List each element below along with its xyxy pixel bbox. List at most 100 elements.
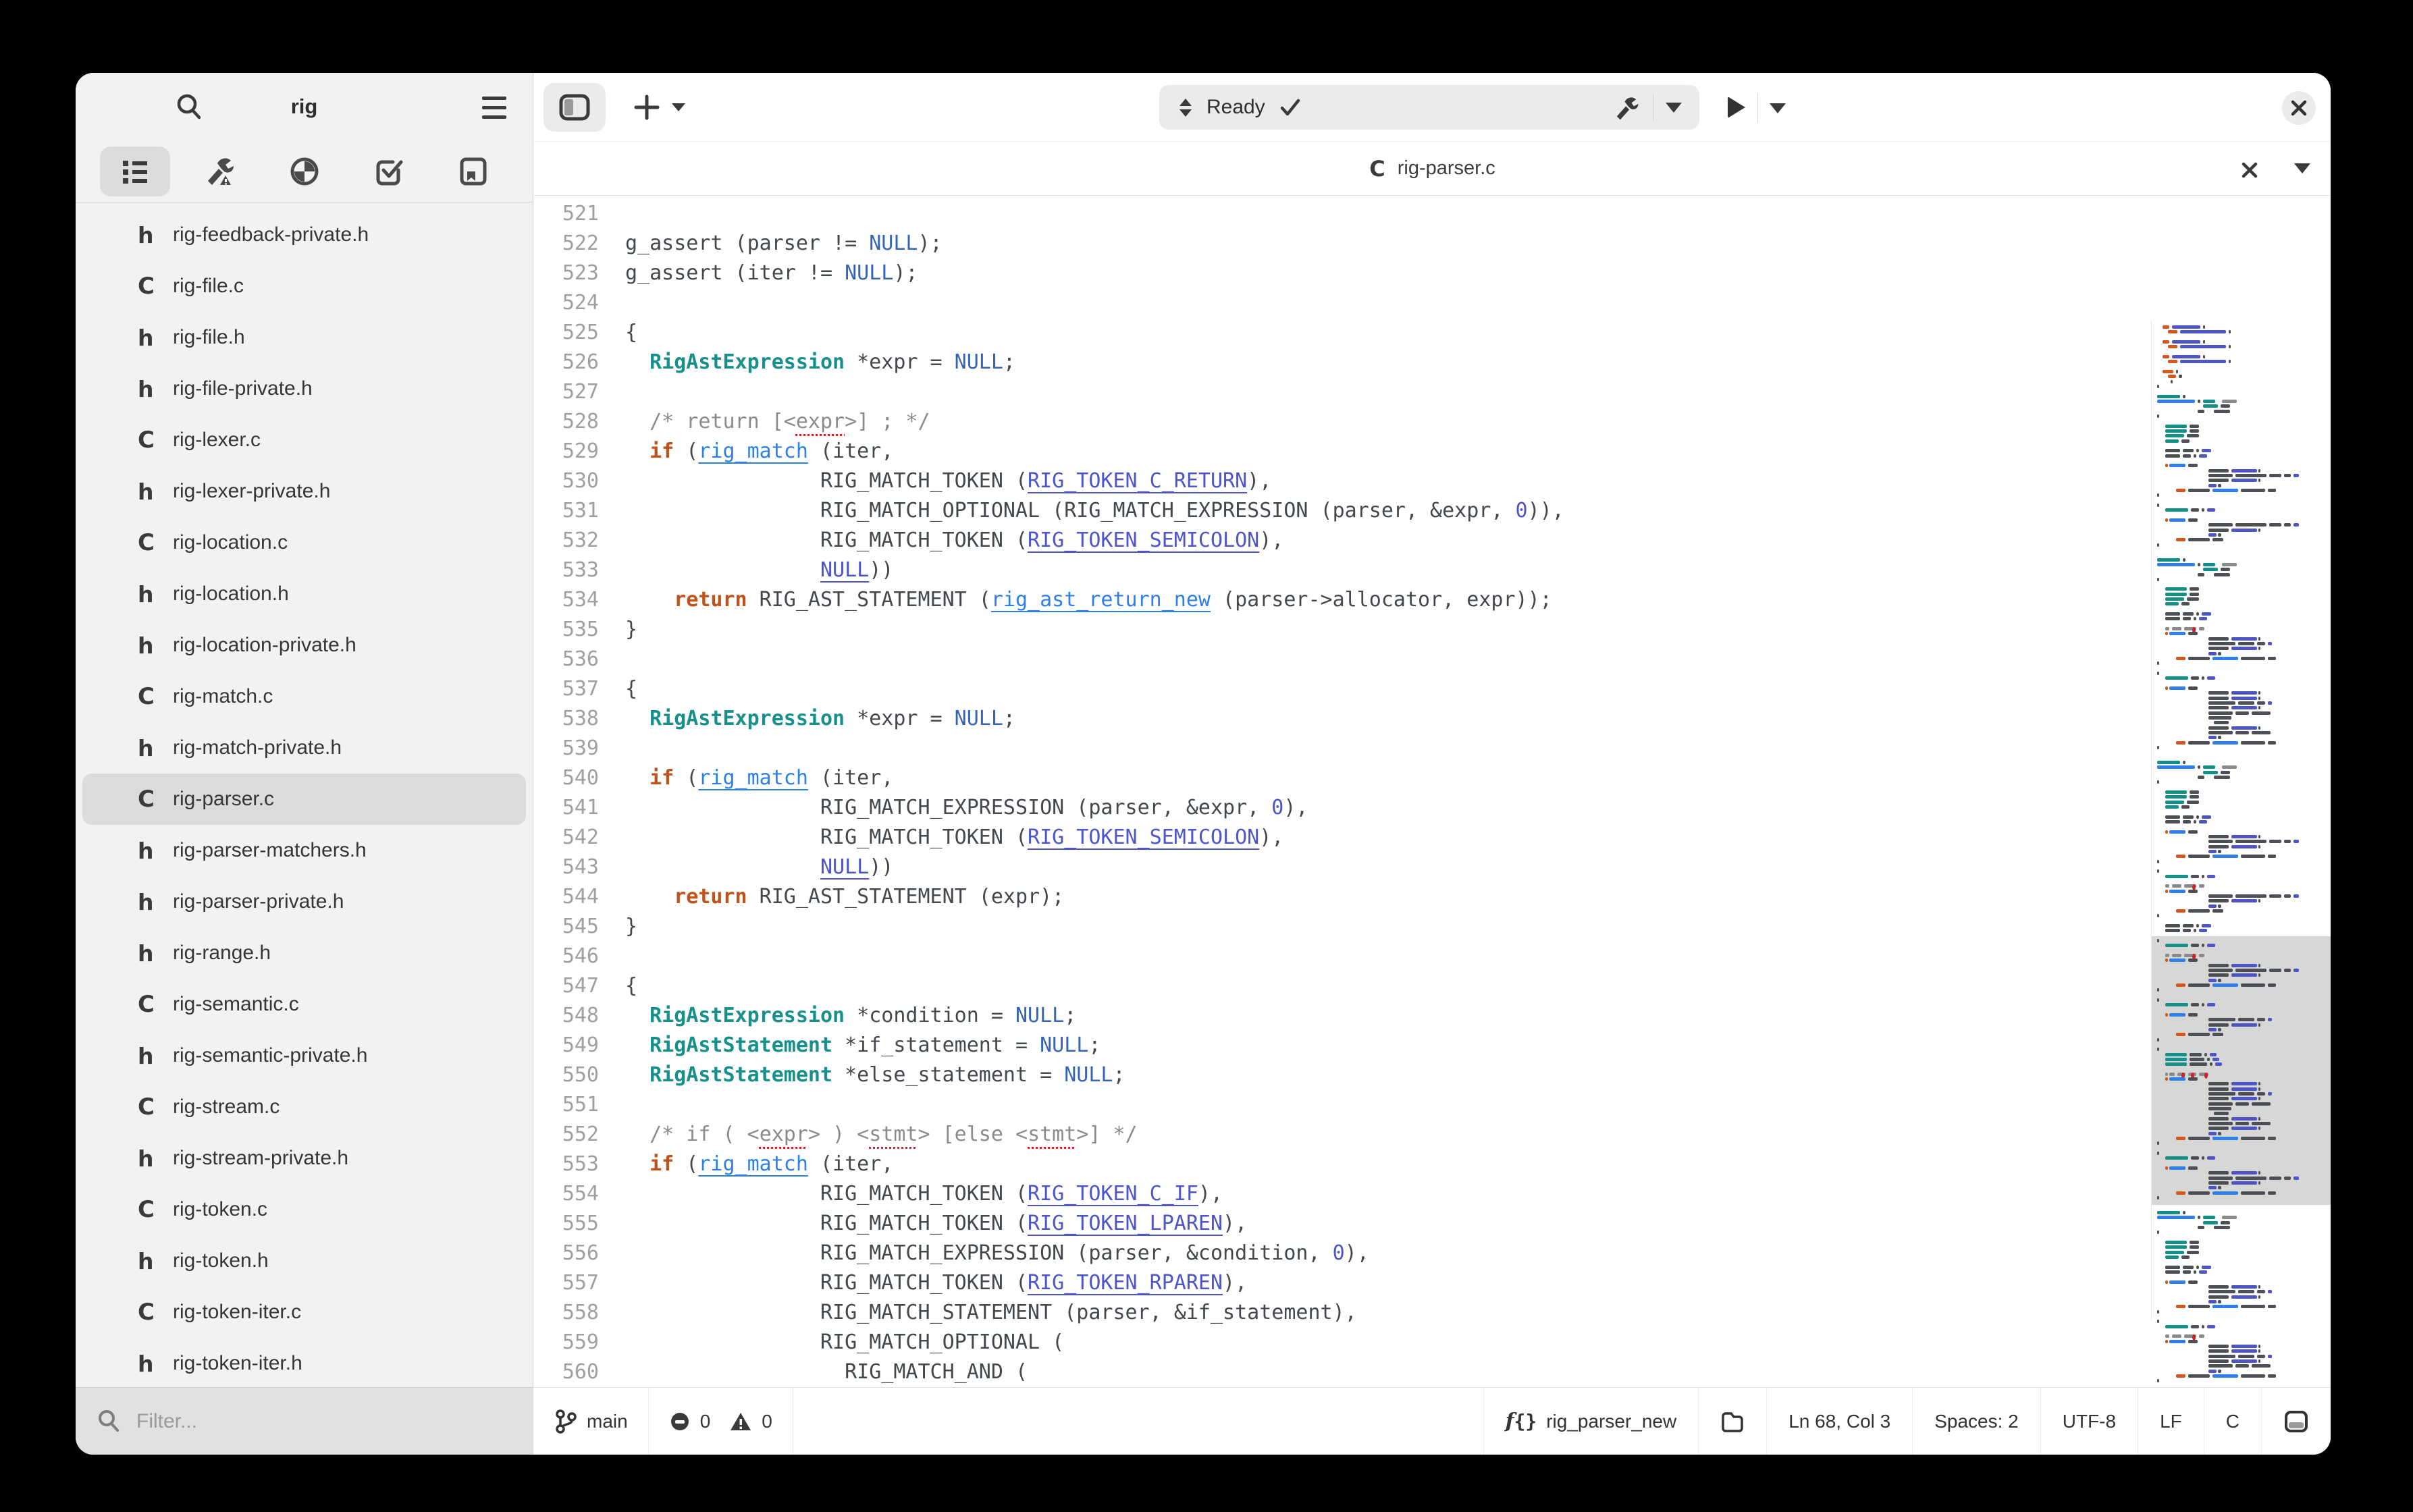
omnibar[interactable]: Ready — [1159, 85, 1699, 130]
file-item[interactable]: h rig-parser-private.h — [82, 876, 526, 927]
code-line[interactable]: 546 — [534, 942, 2150, 971]
minimap-row — [2152, 369, 2331, 373]
new-document-button[interactable] — [625, 83, 669, 132]
encoding-setting[interactable]: UTF-8 — [2040, 1388, 2138, 1455]
cursor-position[interactable]: Ln 68, Col 3 — [1766, 1388, 1912, 1455]
code-text: RIG_MATCH_TOKEN (RIG_TOKEN_C_IF), — [625, 1182, 1223, 1206]
code-line[interactable]: 554 RIG_MATCH_TOKEN (RIG_TOKEN_C_IF), — [534, 1179, 2150, 1209]
tab-file-name[interactable]: rig-parser.c — [1398, 157, 1495, 180]
run-menu-caret[interactable] — [1770, 103, 1786, 113]
code-line[interactable]: 534 return RIG_AST_STATEMENT (rig_ast_re… — [534, 585, 2150, 615]
code-line[interactable]: 557 RIG_MATCH_TOKEN (RIG_TOKEN_RPAREN), — [534, 1268, 2150, 1298]
code-line[interactable]: 536 — [534, 645, 2150, 674]
code-line[interactable]: 558 RIG_MATCH_STATEMENT (parser, &if_sta… — [534, 1298, 2150, 1328]
file-item[interactable]: h rig-location-private.h — [82, 620, 526, 671]
tab-todo[interactable] — [354, 146, 424, 196]
symbol-indicator[interactable]: f{} rig_parser_new — [1483, 1388, 1699, 1455]
code-line[interactable]: 538 RigAstExpression *expr = NULL; — [534, 704, 2150, 734]
code-line[interactable]: 530 RIG_MATCH_TOKEN (RIG_TOKEN_C_RETURN)… — [534, 466, 2150, 496]
file-item[interactable]: Crig-token-iter.c — [82, 1287, 526, 1338]
file-item[interactable]: Crig-parser.c — [82, 774, 526, 825]
code-line[interactable]: 527 — [534, 377, 2150, 407]
file-item[interactable]: Crig-match.c — [82, 671, 526, 722]
code-line[interactable]: 544 return RIG_AST_STATEMENT (expr); — [534, 882, 2150, 912]
file-item[interactable]: h rig-file.h — [82, 312, 526, 363]
code-editor[interactable]: 521 522 g_assert (parser != NULL); 523 g_ass… — [534, 196, 2331, 1387]
window-close-button[interactable] — [2282, 91, 2316, 125]
code-line[interactable]: 545} — [534, 912, 2150, 942]
code-line[interactable]: 523 g_assert (iter != NULL); — [534, 259, 2150, 288]
branch-indicator[interactable]: main — [534, 1388, 649, 1455]
file-item[interactable]: h rig-token.h — [82, 1235, 526, 1287]
code-line[interactable]: 525 { — [534, 318, 2150, 348]
tab-bookmarks[interactable] — [438, 146, 508, 196]
code-line[interactable]: 549 RigAstStatement *if_statement = NULL… — [534, 1031, 2150, 1060]
file-item[interactable]: h rig-feedback-private.h — [82, 209, 526, 261]
file-item[interactable]: Crig-token.c — [82, 1184, 526, 1235]
code-line[interactable]: 535} — [534, 615, 2150, 645]
code-line[interactable]: 540 if (rig_match (iter, — [534, 763, 2150, 793]
file-item[interactable]: h rig-parser-matchers.h — [82, 825, 526, 876]
line-ending-setting[interactable]: LF — [2138, 1388, 2204, 1455]
code-view[interactable]: 521 522 g_assert (parser != NULL); 523 g_ass… — [534, 199, 2150, 1387]
new-document-menu-caret[interactable] — [672, 103, 685, 111]
file-item[interactable]: h rig-token-iter.h — [82, 1338, 526, 1387]
file-item[interactable]: Crig-lexer.c — [82, 414, 526, 466]
code-line[interactable]: 524 — [534, 288, 2150, 318]
tab-close-button[interactable] — [2236, 157, 2263, 184]
file-item[interactable]: Crig-location.c — [82, 517, 526, 568]
file-item[interactable]: h rig-file-private.h — [82, 363, 526, 414]
code-line[interactable]: 521 — [534, 199, 2150, 229]
file-item[interactable]: h rig-location.h — [82, 568, 526, 620]
code-line[interactable]: 550 RigAstStatement *else_statement = NU… — [534, 1060, 2150, 1090]
omnibar-caret[interactable] — [1666, 102, 1682, 113]
diagnostics-indicator[interactable]: 0 0 — [649, 1388, 793, 1455]
minimap[interactable] — [2151, 320, 2331, 1383]
code-line[interactable]: 547 { — [534, 971, 2150, 1001]
code-line[interactable]: 543 NULL)) — [534, 853, 2150, 882]
code-line[interactable]: 552 /* if ( <expr> ) <stmt> [else <stmt>… — [534, 1120, 2150, 1150]
indentation-setting[interactable]: Spaces: 2 — [1912, 1388, 2040, 1455]
minimap-row — [2152, 1270, 2331, 1274]
file-item[interactable]: Crig-stream.c — [82, 1081, 526, 1133]
code-line[interactable]: 531 RIG_MATCH_OPTIONAL (RIG_MATCH_EXPRES… — [534, 496, 2150, 526]
language-setting[interactable]: C — [2203, 1388, 2261, 1455]
menu-icon[interactable] — [475, 88, 514, 127]
code-line[interactable]: 555 RIG_MATCH_TOKEN (RIG_TOKEN_LPAREN), — [534, 1209, 2150, 1239]
code-line[interactable]: 528 /* return [<expr>] ; */ — [534, 407, 2150, 437]
code-line[interactable]: 553 if (rig_match (iter, — [534, 1150, 2150, 1179]
code-line[interactable]: 541 RIG_MATCH_EXPRESSION (parser, &expr,… — [534, 793, 2150, 823]
minimap-row — [2152, 855, 2331, 859]
code-line[interactable]: 560 RIG_MATCH_AND ( — [534, 1357, 2150, 1387]
tab-profiler[interactable] — [269, 146, 340, 196]
minimap-row — [2152, 597, 2331, 601]
code-line[interactable]: 529 if (rig_match (iter, — [534, 437, 2150, 466]
file-item[interactable]: h rig-range.h — [82, 927, 526, 979]
build-hammer-icon[interactable] — [1612, 94, 1641, 121]
code-line[interactable]: 542 RIG_MATCH_TOKEN (RIG_TOKEN_SEMICOLON… — [534, 823, 2150, 853]
code-line[interactable]: 526 RigAstExpression *expr = NULL; — [534, 348, 2150, 377]
code-line[interactable]: 532 RIG_MATCH_TOKEN (RIG_TOKEN_SEMICOLON… — [534, 526, 2150, 556]
code-line[interactable]: 537 { — [534, 674, 2150, 704]
code-line[interactable]: 522 g_assert (parser != NULL); — [534, 229, 2150, 259]
code-line[interactable]: 551 — [534, 1090, 2150, 1120]
project-folder-button[interactable] — [1698, 1388, 1766, 1455]
code-line[interactable]: 559 RIG_MATCH_OPTIONAL ( — [534, 1328, 2150, 1357]
toggle-sidebar-button[interactable] — [543, 83, 606, 132]
file-item[interactable]: Crig-file.c — [82, 261, 526, 312]
tab-project-tree[interactable] — [100, 146, 170, 196]
file-item[interactable]: h rig-match-private.h — [82, 722, 526, 774]
filter-input[interactable] — [136, 1409, 513, 1433]
file-item[interactable]: Crig-semantic.c — [82, 979, 526, 1030]
tab-list-caret[interactable] — [2294, 163, 2310, 173]
code-line[interactable]: 539 — [534, 734, 2150, 763]
code-line[interactable]: 533 NULL)) — [534, 556, 2150, 585]
file-item[interactable]: h rig-stream-private.h — [82, 1133, 526, 1184]
code-line[interactable]: 556 RIG_MATCH_EXPRESSION (parser, &condi… — [534, 1239, 2150, 1268]
file-item[interactable]: h rig-lexer-private.h — [82, 466, 526, 517]
keyboard-indicator[interactable] — [2261, 1388, 2331, 1455]
file-item[interactable]: h rig-semantic-private.h — [82, 1030, 526, 1081]
run-button[interactable] — [1720, 89, 1753, 126]
code-line[interactable]: 548 RigAstExpression *condition = NULL; — [534, 1001, 2150, 1031]
tab-build-issues[interactable] — [184, 146, 255, 196]
